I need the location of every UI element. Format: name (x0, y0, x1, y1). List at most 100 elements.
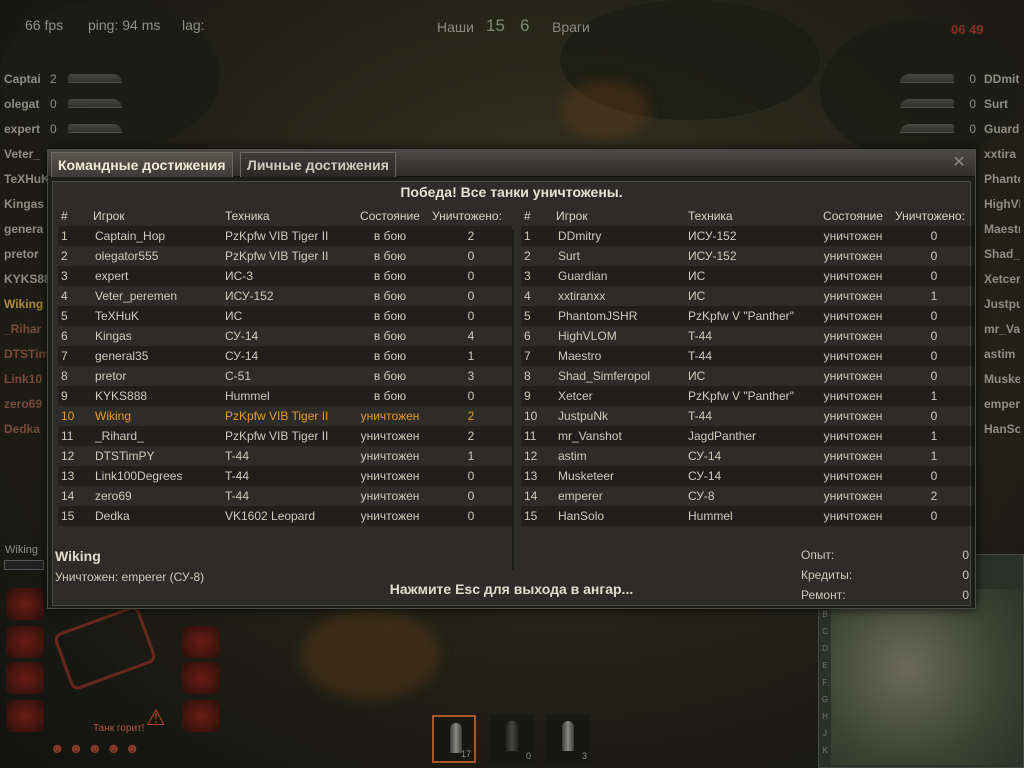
table-row[interactable]: 7 general35 СУ-14 в бою 1 (58, 346, 512, 366)
side-panel-player[interactable]: expert 0 (0, 116, 130, 141)
row-kills: 0 (467, 389, 475, 403)
table-row[interactable]: 4 Veter_peremen ИСУ-152 в бою 0 (58, 286, 512, 306)
table-row[interactable]: 7 Maestro T-44 уничтожен 0 (521, 346, 975, 366)
table-row[interactable]: 3 expert ИС-3 в бою 0 (58, 266, 512, 286)
row-state: уничтожен (360, 429, 420, 443)
side-player-frags: 2 (50, 71, 57, 86)
table-row[interactable]: 6 Kingas СУ-14 в бою 4 (58, 326, 512, 346)
row-num: 7 (61, 349, 68, 363)
side-player-name: KYKS88 (4, 271, 50, 286)
side-player-name: Dedka (4, 421, 41, 436)
row-vehicle: PzKpfw VIB Tiger II (225, 249, 329, 263)
col-num: # (524, 209, 531, 223)
side-player-frags: 0 (969, 96, 976, 111)
row-vehicle: СУ-14 (225, 329, 259, 343)
table-row[interactable]: 5 PhantomJSHR PzKpfw V "Panther" уничтожен 0 (521, 306, 975, 326)
row-num: 2 (61, 249, 68, 263)
table-row[interactable]: 6 HighVLOM T-44 уничтожен 0 (521, 326, 975, 346)
row-num: 14 (524, 489, 538, 503)
battle-timer: 06 49 (951, 22, 984, 37)
table-row[interactable]: 1 Captain_Hop PzKpfw VIB Tiger II в бою 2 (58, 226, 512, 246)
table-row[interactable]: 12 astim СУ-14 уничтожен 1 (521, 446, 975, 466)
side-player-name: Xetcer (984, 271, 1020, 286)
battle-summary: Wiking Уничтожен: emperer (СУ-8) Нажмите… (52, 512, 971, 602)
row-vehicle: СУ-8 (688, 489, 715, 503)
side-panel-player[interactable]: olegat 0 (0, 91, 130, 116)
row-player: DDmitry (558, 229, 602, 243)
table-row[interactable]: 14 zero69 T-44 уничтожен 0 (58, 486, 512, 506)
row-kills: 0 (930, 409, 938, 423)
ammo-slot-2[interactable]: 0 (490, 715, 534, 763)
table-row[interactable]: 9 KYKS888 Hummel в бою 0 (58, 386, 512, 406)
row-kills: 2 (467, 409, 475, 423)
side-player-name: Link10 (4, 371, 43, 386)
team-enemy-label: Враги (552, 19, 590, 35)
row-kills: 0 (467, 289, 475, 303)
table-row[interactable]: 2 olegator555 PzKpfw VIB Tiger II в бою 0 (58, 246, 512, 266)
row-player: pretor (95, 369, 127, 383)
row-kills: 3 (467, 369, 475, 383)
table-row[interactable]: 10 JustpuNk T-44 уничтожен 0 (521, 406, 975, 426)
side-player-name: Musket (984, 371, 1020, 386)
table-row[interactable]: 13 Musketeer СУ-14 уничтожен 0 (521, 466, 975, 486)
table-row[interactable]: 10 Wiking PzKpfw VIB Tiger II уничтожен 2 (58, 406, 512, 426)
row-player: Guardian (558, 269, 608, 283)
row-num: 1 (61, 229, 68, 243)
row-player: HighVLOM (558, 329, 617, 343)
row-state: уничтожен (823, 329, 883, 343)
table-row[interactable]: 1 DDmitry ИСУ-152 уничтожен 0 (521, 226, 975, 246)
row-player: astim (558, 449, 587, 463)
row-state: уничтожен (823, 489, 883, 503)
side-panel-player[interactable]: 0 Guardi (894, 116, 1024, 141)
col-vehicle: Техника (225, 209, 270, 223)
stat-value: 0 (962, 588, 969, 602)
tab-team-achievements[interactable]: Командные достижения (51, 152, 233, 177)
side-player-name: astim (984, 346, 1016, 361)
side-player-name: TeXHuK (4, 171, 50, 186)
row-vehicle: ИСУ-152 (688, 229, 737, 243)
row-num: 2 (524, 249, 531, 263)
table-row[interactable]: 9 Xetcer PzKpfw V "Panther" уничтожен 1 (521, 386, 975, 406)
side-panel-player[interactable]: 0 Surt (894, 91, 1024, 116)
crew-icons: ☻☻☻☻☻ (50, 740, 144, 756)
side-player-name: Shad_S (984, 246, 1020, 261)
col-kills: Уничтожено: (432, 209, 502, 223)
table-row[interactable]: 4 xxtiranxx ИС уничтожен 1 (521, 286, 975, 306)
row-num: 9 (61, 389, 68, 403)
row-kills: 2 (930, 489, 938, 503)
row-kills: 0 (467, 249, 475, 263)
row-num: 5 (524, 309, 531, 323)
table-row[interactable]: 13 Link100Degrees T-44 уничтожен 0 (58, 466, 512, 486)
row-player: expert (95, 269, 129, 283)
table-row[interactable]: 3 Guardian ИС уничтожен 0 (521, 266, 975, 286)
close-icon[interactable]: ✕ (951, 155, 967, 171)
table-row[interactable]: 12 DTSTimPY T-44 уничтожен 1 (58, 446, 512, 466)
ammo-slot-3[interactable]: 3 (546, 715, 590, 763)
table-row[interactable]: 8 Shad_Simferopol ИС уничтожен 0 (521, 366, 975, 386)
table-row[interactable]: 11 mr_Vanshot JagdPanther уничтожен 1 (521, 426, 975, 446)
ammo-slot-1[interactable]: 17 (432, 715, 476, 763)
side-panel-player[interactable]: Captai 2 (0, 66, 130, 91)
ammo-count: 17 (460, 749, 471, 759)
stat-credits: Кредиты: 0 (801, 568, 969, 582)
side-player-name: pretor (4, 246, 39, 261)
tab-personal-achievements[interactable]: Личные достижения (240, 152, 396, 177)
tank-icon (900, 74, 954, 83)
row-player: Xetcer (558, 389, 593, 403)
stat-value: 0 (962, 548, 969, 562)
side-player-name: empere (984, 396, 1020, 411)
row-kills: 1 (467, 349, 475, 363)
result-title: Победа! Все танки уничтожены. (400, 184, 623, 200)
table-row[interactable]: 2 Surt ИСУ-152 уничтожен 0 (521, 246, 975, 266)
row-state: в бою (373, 369, 407, 383)
table-row[interactable]: 8 pretor С-51 в бою 3 (58, 366, 512, 386)
table-row[interactable]: 14 emperer СУ-8 уничтожен 2 (521, 486, 975, 506)
side-player-name: olegat (4, 96, 40, 111)
table-row[interactable]: 11 _Rihard_ PzKpfw VIB Tiger II уничтожен 2 (58, 426, 512, 446)
row-vehicle: PzKpfw V "Panther" (688, 309, 794, 323)
table-row[interactable]: 5 TeXHuK ИС в бою 0 (58, 306, 512, 326)
side-player-name: Wiking (4, 296, 44, 311)
row-num: 11 (61, 429, 74, 443)
row-state: уничтожен (823, 369, 883, 383)
side-panel-player[interactable]: 0 DDmitr (894, 66, 1024, 91)
